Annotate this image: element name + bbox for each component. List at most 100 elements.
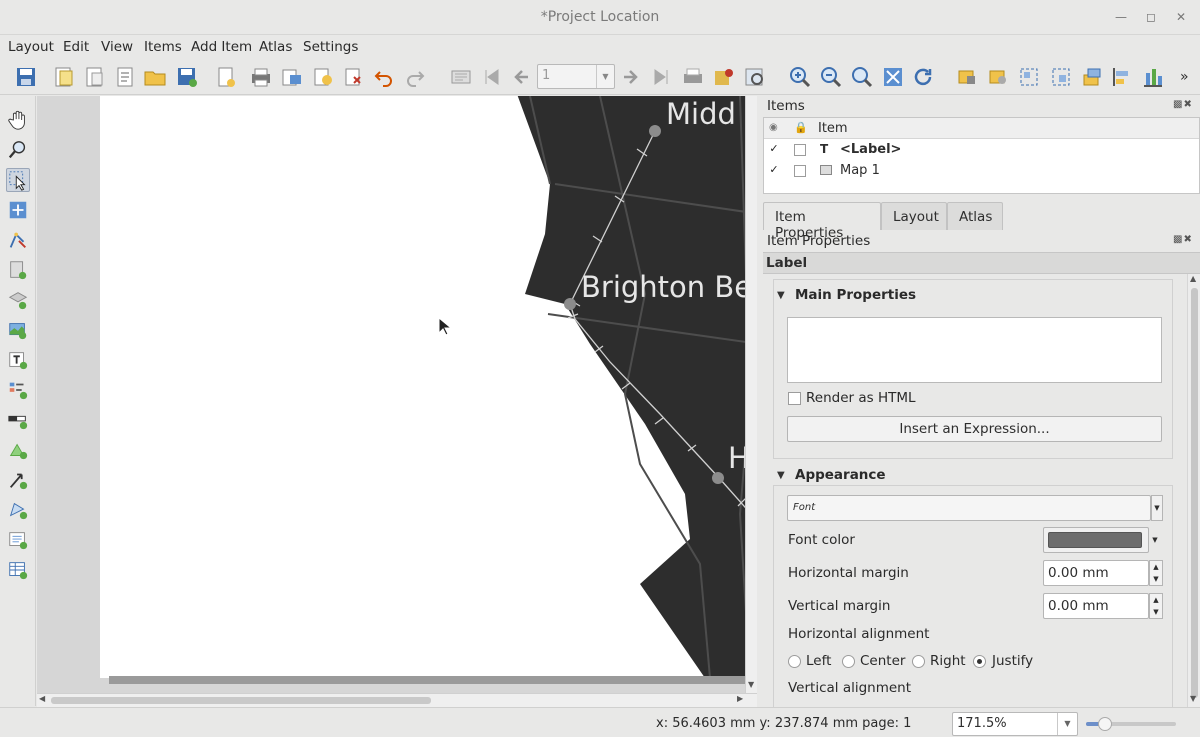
distribute-items-icon[interactable] [1141,65,1165,89]
align-center-radio[interactable] [842,655,855,668]
items-row-map[interactable]: ✓ Map 1 [764,160,1199,181]
menu-edit[interactable]: Edit [63,39,89,55]
horizontal-margin-input[interactable]: 0.00 mm [1043,560,1149,586]
insert-expression-button[interactable]: Insert an Expression... [787,416,1162,442]
add-node-item-icon[interactable] [6,498,30,522]
zoom-actual-icon[interactable] [850,65,874,89]
export-pdf-icon[interactable] [342,65,366,89]
zoom-in-icon[interactable] [788,65,812,89]
add-pages-icon[interactable] [214,65,238,89]
previous-feature-icon[interactable] [510,65,534,89]
add-html-icon[interactable] [6,528,30,552]
items-table[interactable]: ◉ 🔒 Item ✓ T <Label> ✓ Map 1 [763,117,1200,194]
tab-layout[interactable]: Layout [881,202,947,230]
lock-checkbox[interactable] [794,165,806,177]
menu-settings[interactable]: Settings [303,39,358,55]
collapse-triangle-icon[interactable]: ▼ [777,470,785,481]
scroll-right-icon[interactable]: ▶ [737,694,743,703]
add-arrow-icon[interactable] [6,468,30,492]
add-map-icon[interactable] [6,318,30,342]
appearance-title[interactable]: Appearance [795,467,886,483]
lock-checkbox[interactable] [794,144,806,156]
scroll-up-icon[interactable]: ▲ [1190,274,1196,283]
minimize-button[interactable]: — [1112,8,1130,26]
atlas-settings-icon[interactable] [743,65,767,89]
zoom-slider[interactable] [1086,717,1176,731]
menu-atlas[interactable]: Atlas [259,39,292,55]
render-html-checkbox[interactable] [788,392,801,405]
move-content-icon[interactable] [6,198,30,222]
toolbar-overflow-icon[interactable]: » [1180,65,1200,89]
atlas-preview-icon[interactable] [449,65,473,89]
select-tool-icon[interactable] [6,168,30,192]
properties-scroll-thumb[interactable] [1191,288,1198,698]
visible-checkbox[interactable]: ✓ [768,164,780,177]
align-items-icon[interactable] [1110,65,1134,89]
add-label-icon[interactable] [6,348,30,372]
chevron-down-icon[interactable]: ▼ [596,65,614,88]
raise-items-icon[interactable] [1080,65,1104,89]
visible-checkbox[interactable]: ✓ [768,143,780,156]
properties-scroll-area[interactable]: ▼ Main Properties Render as HTML Insert … [763,274,1200,707]
zoom-slider-handle[interactable] [1098,717,1112,731]
export-svg-icon[interactable] [311,65,335,89]
export-atlas-image-icon[interactable] [712,65,736,89]
unlock-items-icon[interactable] [986,65,1010,89]
main-properties-title[interactable]: Main Properties [795,287,916,303]
font-color-button[interactable] [1043,527,1149,553]
map-item[interactable]: Midd Brighton Be H [100,96,745,679]
close-button[interactable]: ✕ [1172,8,1190,26]
next-feature-icon[interactable] [618,65,642,89]
maximize-button[interactable]: ◻ [1142,8,1160,26]
menu-add-item[interactable]: Add Item [191,39,252,55]
add-legend-icon[interactable] [6,378,30,402]
scroll-left-icon[interactable]: ◀ [39,694,45,703]
canvas-horizontal-scrollbar[interactable]: ◀ ▶ [37,693,757,707]
zoom-out-icon[interactable] [819,65,843,89]
lock-items-icon[interactable] [955,65,979,89]
duplicate-layout-icon[interactable] [83,65,107,89]
collapse-triangle-icon[interactable]: ▼ [777,290,785,301]
vertical-margin-stepper[interactable]: ▲ ▼ [1149,593,1163,619]
align-left-radio[interactable] [788,655,801,668]
menu-items[interactable]: Items [144,39,182,55]
print-icon[interactable] [249,65,273,89]
group-items-icon[interactable] [1017,65,1041,89]
redo-icon[interactable] [403,65,427,89]
add-3d-map-icon[interactable] [6,288,30,312]
chevron-down-icon[interactable]: ▼ [1151,495,1163,521]
layout-page[interactable]: Midd Brighton Be H [100,96,745,679]
ungroup-items-icon[interactable] [1049,65,1073,89]
add-attribute-table-icon[interactable] [6,558,30,582]
items-row-label[interactable]: ✓ T <Label> [764,139,1199,160]
properties-vertical-scrollbar[interactable]: ▲ ▼ [1187,274,1200,707]
new-layout-icon[interactable] [52,65,76,89]
horizontal-scroll-thumb[interactable] [51,697,431,704]
undo-icon[interactable] [372,65,396,89]
add-scalebar-icon[interactable] [6,408,30,432]
add-shape-icon[interactable] [6,438,30,462]
horizontal-margin-stepper[interactable]: ▲ ▼ [1149,560,1163,586]
add-page-tool-icon[interactable] [6,258,30,282]
items-dock-buttons[interactable]: ▩✖ [1173,99,1193,110]
open-folder-icon[interactable] [143,65,167,89]
zoom-tool-icon[interactable] [6,138,30,162]
scroll-down-icon[interactable]: ▼ [1190,694,1196,703]
layout-manager-icon[interactable] [114,65,138,89]
atlas-page-input[interactable]: 1 ▼ [537,64,615,89]
pan-icon[interactable] [6,108,30,132]
save-icon[interactable] [14,65,38,89]
font-button[interactable]: Font [787,495,1151,521]
align-justify-radio[interactable] [973,655,986,668]
chevron-down-icon[interactable]: ▼ [1057,713,1077,735]
canvas-vertical-scrollbar[interactable]: ▼ [745,96,757,693]
edit-nodes-icon[interactable] [6,228,30,252]
last-feature-icon[interactable] [649,65,673,89]
tab-item-properties[interactable]: Item Properties [763,202,881,241]
save-template-icon[interactable] [175,65,199,89]
menu-layout[interactable]: Layout [8,39,54,55]
zoom-combobox[interactable]: 171.5% ▼ [952,712,1078,736]
chevron-down-icon[interactable]: ▼ [1149,527,1161,553]
align-right-radio[interactable] [912,655,925,668]
zoom-full-icon[interactable] [881,65,905,89]
